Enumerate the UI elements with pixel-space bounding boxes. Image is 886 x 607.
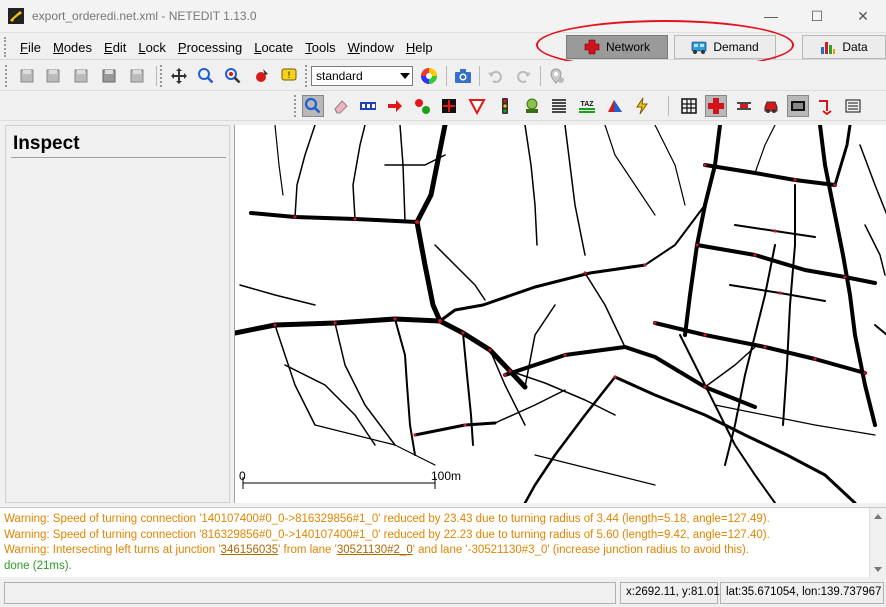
status-latlon: lat:35.671054, lon:139.737967 [720, 582, 884, 604]
polygon-mode-icon[interactable] [604, 95, 626, 117]
road-network-drawing[interactable] [235, 125, 886, 503]
status-coords: x:2692.11, y:81.01 [620, 582, 720, 604]
toolbar-grip[interactable] [305, 65, 309, 87]
inspect-mode-icon[interactable] [302, 95, 324, 117]
demand-mode-button[interactable]: Demand [674, 35, 776, 59]
maximize-button[interactable]: ☐ [794, 0, 840, 32]
menu-edit[interactable]: Edit [98, 40, 132, 55]
demand-mode-label: Demand [713, 40, 759, 54]
network-mode-button[interactable]: Network [566, 35, 668, 59]
zoom-icon[interactable] [195, 65, 217, 87]
log-line: done (21ms). [4, 559, 72, 572]
show-car-icon[interactable] [760, 95, 782, 117]
merge-lanes-icon[interactable] [842, 95, 864, 117]
scale-start-label: 0 [239, 469, 246, 483]
log-line: Warning: Speed of turning connection '81… [4, 528, 770, 541]
menu-help[interactable]: Help [400, 40, 439, 55]
log-scrollbar[interactable] [869, 508, 886, 578]
toolbar-grip[interactable] [5, 65, 9, 87]
network-mode-label: Network [605, 40, 650, 54]
junction-link[interactable]: 346156035 [221, 544, 279, 556]
prohibition-mode-icon[interactable] [466, 95, 488, 117]
menu-lock[interactable]: Lock [132, 40, 171, 55]
menu-bar: File Modes Edit Lock Processing Locate Tools Wi… [0, 32, 886, 60]
menu-locate[interactable]: Locate [248, 40, 299, 55]
status-bar: x:2692.11, y:81.01 lat:35.671054, lon:13… [0, 579, 886, 607]
save-config-icon[interactable] [126, 65, 148, 87]
menu-grip[interactable] [4, 37, 10, 57]
menu-processing[interactable]: Processing [172, 40, 248, 55]
undo-icon[interactable] [485, 65, 507, 87]
toolbar-modes: TAZ [0, 91, 886, 121]
additional-mode-icon[interactable] [521, 95, 543, 117]
panel-title: Inspect [13, 133, 80, 154]
log-line: Warning: Intersecting left turns at junc… [4, 544, 749, 556]
netedit-app-icon [8, 8, 24, 24]
connection-mode-icon[interactable] [438, 95, 460, 117]
title-bar: export_orderedi.net.xml - NETEDIT 1.13.0… [0, 0, 886, 32]
toggle-grid-icon[interactable] [678, 95, 700, 117]
toolbar-grip[interactable] [294, 95, 298, 117]
visualization-scheme-select[interactable]: standard [311, 66, 413, 86]
taz-mode-icon[interactable]: TAZ [576, 95, 598, 117]
visualization-scheme-value: standard [316, 69, 363, 83]
save-network-icon[interactable] [16, 65, 38, 87]
menu-window[interactable]: Window [342, 40, 400, 55]
redo-icon[interactable] [512, 65, 534, 87]
window-title: export_orderedi.net.xml - NETEDIT 1.13.0 [32, 9, 257, 23]
junction-shape-icon[interactable] [705, 95, 727, 117]
edit-viewport-icon[interactable] [251, 65, 273, 87]
lane-link[interactable]: 30521130#2_0 [337, 544, 413, 556]
supermode-buttons: Network Demand Data [566, 35, 886, 59]
save-data-icon[interactable] [98, 65, 120, 87]
save-additionals-icon[interactable] [42, 65, 64, 87]
chain-mode-icon[interactable] [787, 95, 809, 117]
scroll-up-icon[interactable] [874, 514, 882, 519]
create-edge-icon[interactable] [411, 95, 433, 117]
menu-file[interactable]: File [14, 40, 47, 55]
svg-text:!: ! [288, 70, 291, 80]
delete-mode-icon[interactable] [330, 95, 352, 117]
network-icon [584, 39, 600, 55]
minimize-button[interactable]: — [748, 0, 794, 32]
move-mode-icon[interactable] [384, 95, 406, 117]
save-demand-icon[interactable] [70, 65, 92, 87]
bar-chart-icon [820, 39, 836, 55]
inspect-panel: Inspect [5, 125, 230, 503]
crossing-mode-icon[interactable] [548, 95, 570, 117]
color-wheel-icon[interactable] [418, 65, 440, 87]
menu-modes[interactable]: Modes [47, 40, 98, 55]
show-tooltips-icon[interactable]: ! [278, 65, 300, 87]
network-map-view[interactable]: 0 100m [234, 125, 886, 503]
compute-junctions-icon[interactable] [546, 65, 568, 87]
auto-split-icon[interactable] [814, 95, 836, 117]
recenter-view-icon[interactable] [168, 65, 190, 87]
screenshot-camera-icon[interactable] [452, 65, 474, 87]
show-vehicles-icon[interactable] [733, 95, 755, 117]
menu-tools[interactable]: Tools [299, 40, 341, 55]
status-message [4, 582, 616, 604]
scale-end-label: 100m [431, 469, 462, 483]
demand-icon [691, 39, 707, 55]
chevron-down-icon [400, 73, 410, 79]
locate-icon[interactable] [222, 65, 244, 87]
wire-mode-icon[interactable] [631, 95, 653, 117]
data-mode-label: Data [842, 40, 868, 54]
panel-divider [11, 157, 226, 158]
scroll-down-icon[interactable] [874, 567, 882, 572]
svg-text:TAZ: TAZ [580, 101, 594, 108]
traffic-light-mode-icon[interactable] [494, 95, 516, 117]
toolbar-grip[interactable] [160, 65, 164, 87]
data-mode-button[interactable]: Data [802, 35, 886, 59]
toolbar-file: ! standard [0, 61, 886, 91]
close-button[interactable]: ✕ [840, 0, 886, 32]
select-mode-icon[interactable] [357, 95, 379, 117]
message-log: Warning: Speed of turning connection '14… [0, 507, 886, 578]
scale-bar [242, 477, 436, 489]
log-line: Warning: Speed of turning connection '14… [4, 513, 770, 525]
